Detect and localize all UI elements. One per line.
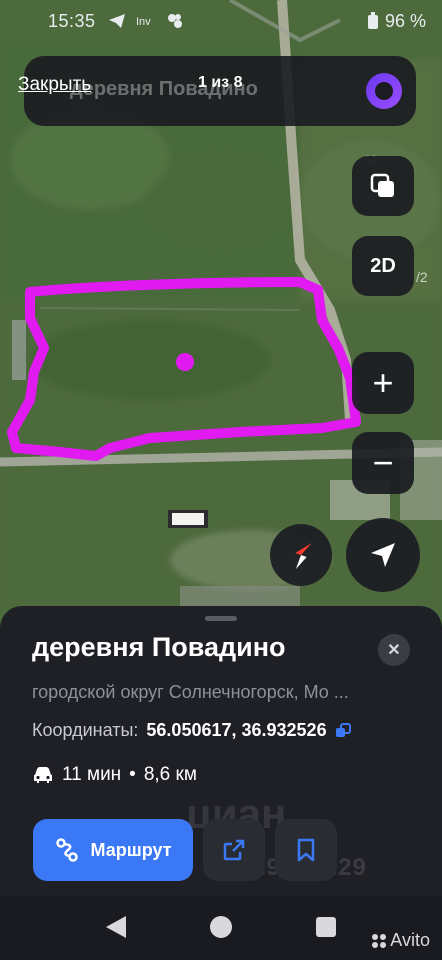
battery-level: 96 % — [384, 10, 426, 31]
share-icon — [223, 839, 245, 861]
compass-button[interactable] — [270, 524, 332, 586]
coordinates-value[interactable]: 56.050617, 36.932526 — [146, 720, 326, 741]
my-location-button[interactable] — [346, 518, 420, 592]
map-side-fragment: /2 — [416, 269, 428, 285]
telegram-icon — [108, 14, 125, 28]
recent-apps-icon[interactable] — [316, 917, 336, 937]
view-mode-button[interactable]: 2D — [352, 236, 414, 296]
battery-icon — [367, 12, 378, 29]
share-button[interactable] — [203, 819, 265, 881]
travel-separator: • — [129, 764, 136, 785]
sheet-drag-handle[interactable] — [205, 616, 237, 621]
avito-label: Avito — [390, 930, 430, 950]
avito-watermark: Avito — [372, 930, 430, 951]
layers-icon — [370, 173, 394, 197]
car-icon — [34, 767, 52, 783]
result-counter: 1 из 8 — [198, 74, 243, 91]
travel-time: 11 мин — [62, 764, 122, 785]
inv-icon: Inv — [136, 16, 151, 28]
compass-icon — [295, 542, 312, 570]
zoom-in-button[interactable]: + — [352, 352, 414, 414]
place-card: циан ID 329456229 деревня Повадино ✕ гор… — [0, 606, 442, 896]
parcel-center-marker — [176, 353, 194, 371]
home-icon[interactable] — [210, 916, 232, 938]
zoom-out-button[interactable]: − — [352, 432, 414, 494]
navigation-arrow-icon — [371, 543, 395, 567]
route-button[interactable]: Маршрут — [33, 819, 193, 881]
top-bar: деревня Повадино Закрыть 1 из 8 — [18, 56, 416, 126]
copy-icon[interactable] — [335, 722, 351, 739]
close-link[interactable]: Закрыть — [18, 74, 91, 96]
app-notification-icon — [167, 14, 182, 28]
bookmark-button[interactable] — [275, 819, 337, 881]
travel-info: 11 мин • 8,6 км — [32, 764, 197, 786]
svg-text:Inv: Inv — [136, 16, 151, 28]
status-time: 15:35 — [48, 10, 96, 31]
back-icon[interactable] — [106, 916, 126, 938]
alice-assistant-button[interactable] — [366, 73, 402, 109]
place-subtitle: городской округ Солнечногорск, Мо ... — [32, 682, 349, 702]
avito-logo-icon — [372, 933, 387, 948]
alice-icon — [375, 82, 393, 100]
coordinates-label: Координаты: — [32, 720, 139, 740]
status-icons: Inv — [108, 12, 184, 30]
bookmark-icon — [297, 838, 315, 862]
place-title: деревня Повадино — [32, 632, 286, 662]
route-button-label: Маршрут — [90, 839, 172, 860]
system-navigation-bar: Avito — [0, 896, 442, 960]
close-card-button[interactable]: ✕ — [378, 634, 410, 666]
layers-button[interactable] — [352, 156, 414, 216]
route-icon — [56, 838, 79, 862]
close-icon: ✕ — [387, 642, 401, 659]
status-bar: 15:35 Inv 96 % — [0, 0, 442, 42]
coordinates-row: Координаты: 56.050617, 36.932526 — [32, 720, 351, 741]
map-view[interactable]: 68 /2 15:35 Inv 96 % деревня Повадино За… — [0, 0, 442, 640]
travel-distance: 8,6 км — [143, 764, 197, 785]
